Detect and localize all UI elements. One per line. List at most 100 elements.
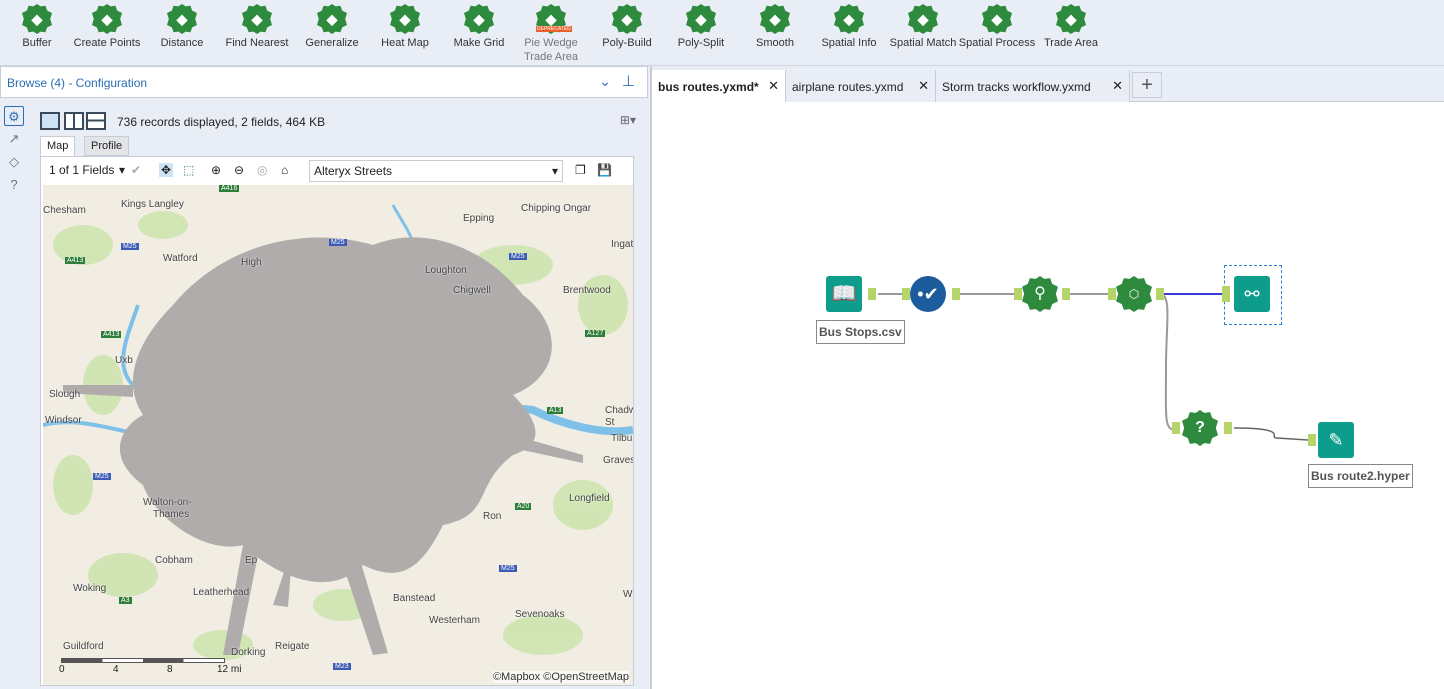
road-label: A413	[65, 257, 86, 264]
input-anchor[interactable]	[1014, 288, 1022, 300]
workflow-canvas[interactable]: bus routes.yxmd* ✕ airplane routes.yxmd ✕ St…	[650, 66, 1444, 689]
place-label: Chipping Ongar	[521, 203, 592, 214]
tool-spatial-info[interactable]: ◆ Spatial Info	[809, 4, 889, 50]
input-anchor[interactable]	[1222, 286, 1230, 302]
spatial-match-icon: ◆	[908, 4, 938, 34]
zoom-in-icon[interactable]: ⊕	[211, 163, 221, 177]
input-anchor[interactable]	[1172, 422, 1180, 434]
input-data-tool[interactable]: 📖	[826, 276, 862, 312]
road-label: A20	[515, 503, 532, 510]
trade-area-icon: ◆	[1056, 4, 1086, 34]
pin-icon[interactable]: ⊥	[622, 72, 635, 90]
output-anchor[interactable]	[1156, 288, 1164, 300]
tool-poly-build[interactable]: ◆ Poly-Build	[587, 4, 667, 50]
select-tool[interactable]: •✔	[910, 276, 946, 312]
tool-label: Make Grid	[453, 37, 505, 49]
place-label: Walton-on-	[143, 497, 192, 508]
fields-select[interactable]: 1 of 1 Fields	[49, 163, 114, 177]
select-rect-icon[interactable]: ⬚	[183, 163, 194, 177]
place-label: Longfield	[569, 493, 610, 504]
place-label: High	[241, 257, 262, 268]
map-attribution[interactable]: ©Mapbox ©OpenStreetMap	[492, 671, 629, 683]
single-view-button[interactable]	[40, 112, 60, 130]
place-label: Loughton	[425, 265, 467, 276]
place-label: Chesham	[43, 205, 86, 216]
road-label: M25	[509, 253, 527, 260]
home-icon[interactable]: ⌂	[281, 163, 288, 177]
tool-generalize[interactable]: ◆ Generalize	[292, 4, 372, 50]
check-icon[interactable]: ✔	[131, 163, 141, 177]
gear-icon[interactable]: ⚙	[4, 106, 24, 126]
output-tool-label: Bus route2.hyper	[1308, 464, 1413, 488]
tool-buffer[interactable]: ◆ Buffer	[0, 4, 77, 50]
tool-poly-split[interactable]: ◆ Poly-Split	[661, 4, 741, 50]
tool-find-nearest[interactable]: ◆ Find Nearest	[217, 4, 297, 50]
place-label: Tilbu	[611, 433, 633, 444]
chevron-down-icon[interactable]: ⌄	[599, 73, 611, 90]
output-anchor[interactable]	[1062, 288, 1070, 300]
buffer-icon: ◆	[22, 4, 52, 34]
save-icon[interactable]: 💾	[597, 163, 612, 177]
tool-label: Spatial Match	[889, 37, 957, 49]
tool-heat-map[interactable]: ◆ Heat Map	[365, 4, 445, 50]
basemap-select[interactable]: Alteryx Streets ▾	[309, 160, 563, 182]
place-label: Ingat	[611, 239, 633, 250]
tool-smooth[interactable]: ◆ Smooth	[735, 4, 815, 50]
poly-build-icon: ◆	[612, 4, 642, 34]
road-label: M23	[333, 663, 351, 670]
input-anchor[interactable]	[1108, 288, 1116, 300]
tool-label: Smooth	[756, 37, 794, 49]
road-label: A413	[101, 331, 122, 338]
split-vertical-button[interactable]	[64, 112, 84, 130]
chevron-down-icon[interactable]: ▾	[119, 163, 125, 177]
tool-spatial-match[interactable]: ◆ Spatial Match	[883, 4, 963, 50]
map-viewer: 1 of 1 Fields ▾ ✔ ✥ ⬚ ⊕ ⊖ ◎ ⌂ Alteryx St…	[40, 156, 634, 686]
input-anchor[interactable]	[1308, 434, 1316, 446]
tool-make-grid[interactable]: ◆ Make Grid	[439, 4, 519, 50]
tool-distance[interactable]: ◆ Distance	[142, 4, 222, 50]
copy-icon[interactable]: ❐	[575, 163, 586, 177]
scale-label: 4	[113, 664, 119, 675]
browse-tool[interactable]: ⚯	[1234, 276, 1270, 312]
map-scale-bar: 0 4 8 12 mi	[59, 658, 241, 675]
tool-pie-wedge[interactable]: ◆ DEPRECATED Pie Wedge Trade Area	[511, 4, 591, 64]
tool-spatial-process[interactable]: ◆ Spatial Process	[957, 4, 1037, 50]
distance-icon: ◆	[167, 4, 197, 34]
configuration-panel: Browse (4) - Configuration ⌄ ⊥ ⚙ ↗ ◇ ? ⊞…	[0, 66, 648, 689]
tab-profile[interactable]: Profile	[84, 136, 130, 156]
records-info: 736 records displayed, 2 fields, 464 KB	[117, 115, 326, 129]
output-data-tool[interactable]: ✎	[1318, 422, 1354, 458]
spatial-info-icon: ◆	[834, 4, 864, 34]
output-anchor[interactable]	[1224, 422, 1232, 434]
tool-label: Distance	[160, 37, 204, 49]
zoom-out-icon[interactable]: ⊖	[234, 163, 244, 177]
split-horizontal-button[interactable]	[86, 112, 106, 130]
tag-icon[interactable]: ◇	[4, 152, 24, 172]
help-icon[interactable]: ?	[4, 175, 24, 195]
place-label: Woking	[73, 583, 107, 594]
generalize-icon: ◆	[317, 4, 347, 34]
tab-map[interactable]: Map	[40, 136, 76, 157]
tool-create-points[interactable]: ◆ Create Points	[67, 4, 147, 50]
add-view-icon[interactable]: ⊞▾	[620, 113, 636, 127]
map-canvas[interactable]: Chesham Kings Langley Epping Chipping On…	[43, 185, 633, 685]
deprecated-badge: DEPRECATED	[536, 26, 572, 32]
pan-icon[interactable]: ✥	[159, 163, 174, 177]
connection-icon[interactable]: ↗	[4, 129, 24, 149]
tool-trade-area[interactable]: ◆ Trade Area	[1031, 4, 1111, 50]
output-anchor[interactable]	[952, 288, 960, 300]
road-label: A13	[547, 407, 564, 414]
place-label: Epping	[463, 213, 495, 224]
road-label: A127	[585, 330, 606, 337]
tool-label: Spatial Process	[958, 37, 1036, 49]
input-anchor[interactable]	[902, 288, 910, 300]
poly-split-icon: ◆	[686, 4, 716, 34]
basemap-value: Alteryx Streets	[314, 164, 393, 178]
road-label: M25	[93, 473, 111, 480]
road-label: M25	[499, 565, 517, 572]
output-anchor[interactable]	[868, 288, 876, 300]
tool-label: Generalize	[305, 37, 359, 49]
place-label: Banstead	[393, 593, 436, 604]
tool-label: Heat Map	[381, 37, 429, 49]
zoom-select-icon[interactable]: ◎	[257, 163, 267, 177]
